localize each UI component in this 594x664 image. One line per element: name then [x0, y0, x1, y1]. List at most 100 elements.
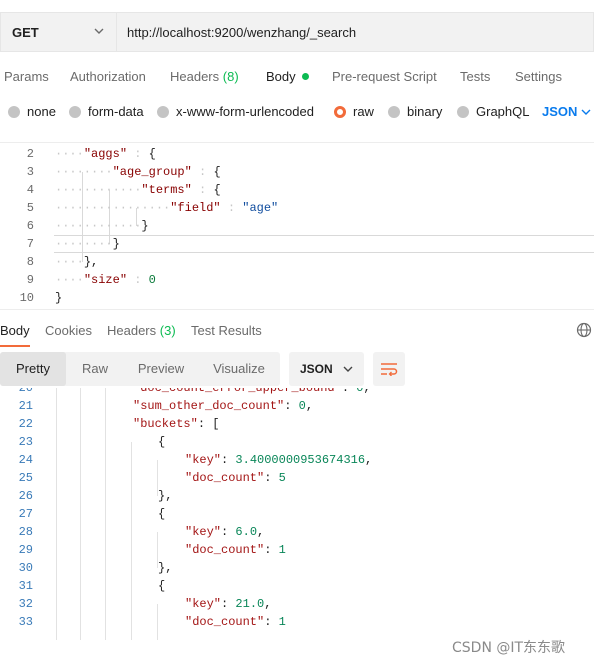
response-format-select[interactable]: JSON [289, 352, 364, 386]
request-tabs: Params Authorization Headers (8) Body Pr… [0, 62, 594, 92]
tab-label: Body [266, 69, 296, 84]
whitespace-dots: ············ [55, 183, 142, 197]
whitespace-dots: ···· [55, 147, 84, 161]
line-number: 27 [18, 507, 33, 521]
token-sep: : [191, 183, 214, 197]
code-text: "key": 3.4000000953674316, [185, 451, 372, 469]
token-sep: : [264, 543, 279, 557]
token-key: "terms" [141, 183, 192, 197]
tab-params[interactable]: Params [4, 69, 49, 84]
body-type-graphql[interactable]: GraphQL [457, 104, 529, 119]
code-text: ····"aggs" : { [55, 145, 156, 163]
view-mode-visualize[interactable]: Visualize [198, 352, 280, 386]
view-mode-raw[interactable]: Raw [66, 352, 124, 386]
code-text: ············} [55, 217, 149, 235]
token-tail: , [365, 453, 373, 467]
token-sep: : [191, 165, 214, 179]
option-label: form-data [88, 104, 144, 119]
code-line: 3 ········"age_group" : { [0, 163, 594, 181]
whitespace-dots: ···· [55, 273, 84, 287]
tab-label: Cookies [45, 323, 92, 338]
request-body-editor[interactable]: 2 ····"aggs" : {3 ········"age_group" : {4… [0, 142, 594, 310]
response-body-viewer[interactable]: 20 "doc_count_error_upper_bound": 0, 21 "su… [0, 388, 594, 640]
token-sep: : [221, 453, 236, 467]
code-text: ····}, [55, 253, 98, 271]
tab-headers[interactable]: Headers (8) [170, 69, 239, 84]
body-type-raw[interactable]: raw [334, 104, 374, 119]
tab-body[interactable]: Body [266, 69, 309, 84]
response-line: 33 "doc_count": 1 [0, 613, 594, 631]
code-text: ············"terms" : { [55, 181, 221, 199]
code-text: ················"field" : "age" [55, 199, 278, 217]
response-line: 32 "key": 21.0, [0, 595, 594, 613]
code-line: 10} [0, 289, 594, 307]
line-number: 26 [18, 489, 33, 503]
tab-settings[interactable]: Settings [515, 69, 562, 84]
code-text: ····"size" : 0 [55, 271, 156, 289]
body-type-none[interactable]: none [8, 104, 56, 119]
code-text: "key": 21.0, [185, 595, 271, 613]
body-type-urlencoded[interactable]: x-www-form-urlencoded [157, 104, 314, 119]
chevron-down-icon [581, 109, 591, 115]
line-number: 10 [19, 291, 34, 305]
token-key: "doc_count" [185, 615, 265, 629]
line-number: 9 [26, 273, 34, 287]
response-tabs: Body Cookies Headers (3) Test Results [0, 316, 594, 347]
radio-icon [457, 105, 469, 118]
token-num: 21.0 [235, 597, 265, 611]
code-text: "doc_count": 5 [185, 469, 286, 487]
body-type-form-data[interactable]: form-data [69, 104, 144, 119]
method-select[interactable]: GET [0, 12, 116, 52]
token-str: "age" [242, 201, 279, 215]
tab-tests[interactable]: Tests [460, 69, 490, 84]
code-text: "buckets": [ [133, 415, 219, 433]
code-text: "doc_count": 1 [185, 541, 286, 559]
line-number: 28 [18, 525, 33, 539]
tab-authorization[interactable]: Authorization [70, 69, 146, 84]
tab-cookies[interactable]: Cookies [45, 323, 92, 338]
view-mode-preview[interactable]: Preview [124, 352, 198, 386]
token-tail: [ [212, 417, 220, 431]
line-number: 22 [18, 417, 33, 431]
radio-selected-icon [334, 105, 346, 118]
line-number: 21 [18, 399, 33, 413]
line-number: 23 [18, 435, 33, 449]
tab-label: Params [4, 69, 49, 84]
token-sep: : [197, 417, 213, 431]
token-tail: { [158, 579, 166, 593]
line-number: 5 [26, 201, 34, 215]
token-sep: : [221, 525, 236, 539]
format-label: JSON [300, 362, 333, 376]
url-input[interactable]: http://localhost:9200/wenzhang/_search [116, 12, 594, 52]
token-rest: { [213, 165, 221, 179]
tab-label: Headers [170, 69, 220, 84]
whitespace-dots: ················ [55, 201, 171, 215]
response-line: 28 "key": 6.0, [0, 523, 594, 541]
response-line: 25 "doc_count": 5 [0, 469, 594, 487]
code-text: "doc_count": 1 [185, 613, 286, 631]
body-type-binary[interactable]: binary [388, 104, 442, 119]
response-line: 30}, [0, 559, 594, 577]
tab-label: Authorization [70, 69, 146, 84]
response-toolbar: Pretty Raw Preview Visualize JSON [0, 352, 594, 386]
wrap-lines-button[interactable] [373, 352, 405, 386]
tab-test-results[interactable]: Test Results [191, 323, 262, 338]
tab-count: (8) [222, 69, 239, 84]
token-num: 5 [278, 471, 286, 485]
body-format-select[interactable]: JSON [542, 104, 591, 119]
tab-label: Body [0, 323, 30, 338]
token-num: 1 [278, 615, 286, 629]
tab-response-body[interactable]: Body [0, 323, 30, 338]
option-label: binary [407, 104, 443, 119]
view-mode-pretty[interactable]: Pretty [0, 352, 66, 386]
body-type-options: none form-data x-www-form-urlencoded raw… [0, 100, 594, 124]
token-key: "buckets" [133, 417, 198, 431]
code-line: 8 ····}, [0, 253, 594, 271]
radio-icon [8, 105, 20, 118]
token-sep: : [220, 201, 243, 215]
globe-icon[interactable] [576, 322, 592, 338]
response-line: 26}, [0, 487, 594, 505]
token-tail: }, [158, 561, 173, 575]
tab-pre-request-script[interactable]: Pre-request Script [332, 69, 437, 84]
tab-response-headers[interactable]: Headers (3) [107, 323, 176, 338]
